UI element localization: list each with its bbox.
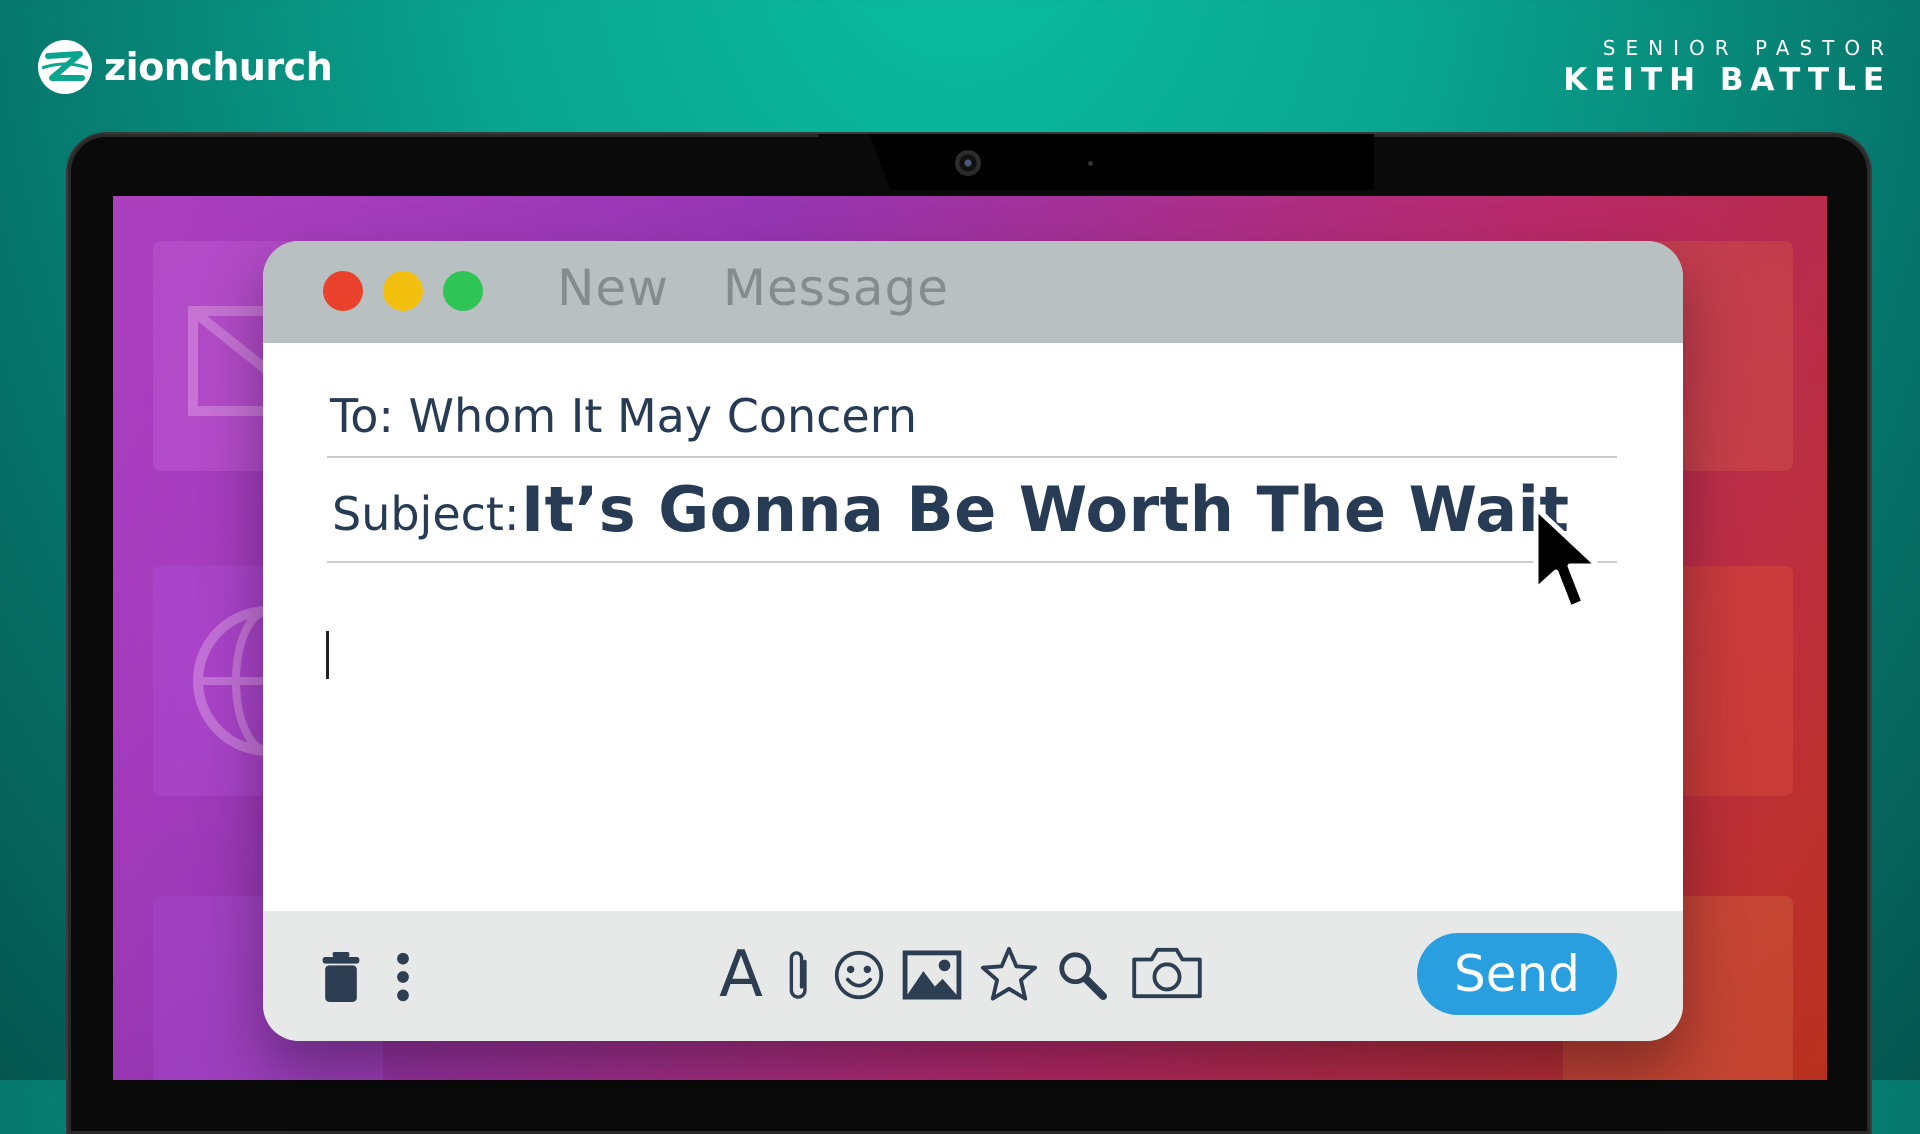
laptop-notch [854,134,1374,190]
trash-icon[interactable] [317,945,365,1009]
webcam-icon [955,150,981,176]
more-vertical-icon[interactable] [391,945,415,1009]
pastor-credit: SENIOR PASTOR KEITH BATTLE [1563,36,1884,98]
sensor-dot [1088,161,1093,166]
close-button[interactable] [323,271,363,311]
subject-label: Subject: [332,487,520,541]
message-body[interactable] [323,581,1623,901]
pastor-name: KEITH BATTLE [1563,62,1891,98]
to-field[interactable]: To: Whom It May Concern [330,389,917,443]
window-titlebar[interactable]: New Message [263,241,1683,343]
minimize-button[interactable] [383,271,423,311]
window-title: New Message [557,259,949,317]
subject-divider [327,561,1617,563]
paperclip-icon[interactable] [779,939,819,1011]
subject-field[interactable]: It’s Gonna Be Worth The Wait [521,473,1570,546]
new-message-window: New Message To: Whom It May Concern Subj… [263,241,1683,1041]
text-caret [326,631,329,679]
emoji-icon[interactable] [831,945,887,1005]
star-icon[interactable] [979,943,1039,1005]
brand: zionchurch [36,38,333,96]
to-divider [327,456,1617,458]
send-button[interactable]: Send [1417,933,1617,1015]
maximize-button[interactable] [443,271,483,311]
camera-icon[interactable] [1129,941,1205,1005]
mouse-pointer-icon [1533,505,1601,611]
search-icon[interactable] [1055,945,1109,1005]
font-glyph: A [719,938,763,1012]
brand-name: zionchurch [104,45,333,89]
pastor-role: SENIOR PASTOR [1602,36,1894,60]
zion-church-logo-icon [38,40,92,94]
image-icon[interactable] [901,945,963,1005]
compose-toolbar: A Send [263,911,1683,1041]
font-icon[interactable]: A [717,935,765,1015]
